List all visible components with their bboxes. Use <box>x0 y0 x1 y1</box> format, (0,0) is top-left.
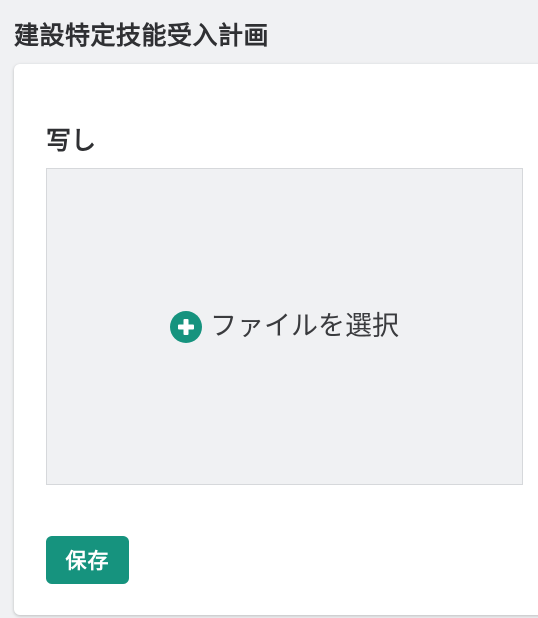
save-button[interactable]: 保存 <box>46 536 129 584</box>
form-card: 写し ファイルを選択 保存 <box>14 64 538 615</box>
select-file-button[interactable]: ファイルを選択 <box>170 309 399 345</box>
page-title: 建設特定技能受入計画 <box>14 21 270 50</box>
file-dropzone[interactable]: ファイルを選択 <box>46 168 523 485</box>
plus-circle-icon <box>170 310 202 343</box>
select-file-label: ファイルを選択 <box>210 310 399 342</box>
photo-field-label: 写し <box>46 126 97 155</box>
